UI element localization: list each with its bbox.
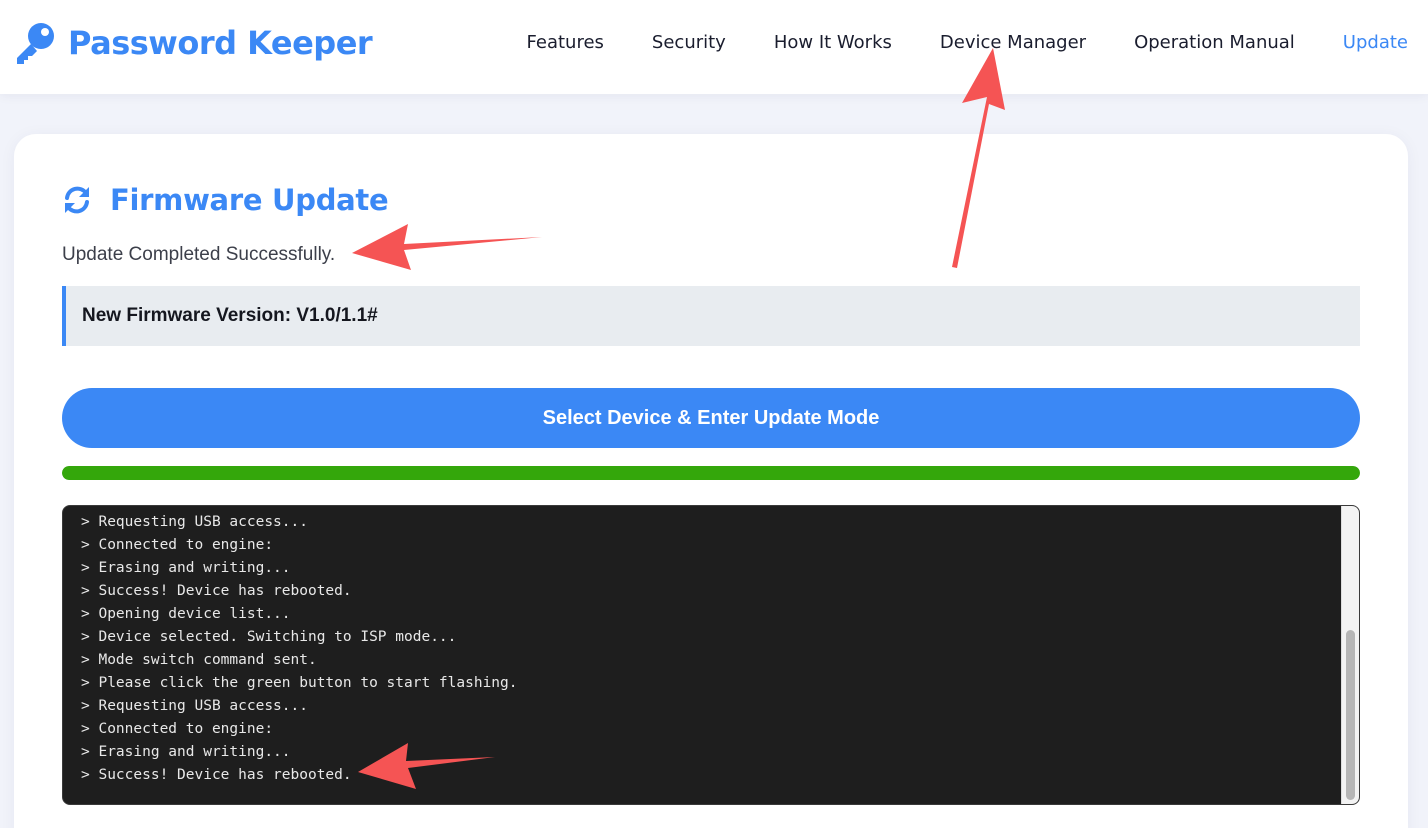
console-lines: > Requesting USB access... > Connected t… (81, 511, 1329, 787)
site-header: Password Keeper Features Security How It… (0, 0, 1428, 94)
console-line: > Erasing and writing... (81, 560, 291, 576)
console-line: > Requesting USB access... (81, 514, 308, 530)
progress-bar-fill (62, 466, 1360, 480)
console-scrollbar-thumb[interactable] (1346, 630, 1355, 800)
enter-update-mode-button[interactable]: Select Device & Enter Update Mode (62, 388, 1360, 448)
console-line: > Opening device list... (81, 606, 291, 622)
update-status-text: Update Completed Successfully. (62, 244, 336, 265)
console-line: > Mode switch command sent. (81, 652, 317, 668)
firmware-update-card: Firmware Update Update Completed Success… (14, 134, 1408, 828)
brand[interactable]: Password Keeper (12, 20, 373, 66)
nav-how-it-works[interactable]: How It Works (774, 32, 892, 53)
console-line: > Requesting USB access... (81, 698, 308, 714)
console-scrollbar[interactable] (1341, 506, 1359, 804)
brand-title: Password Keeper (68, 24, 373, 62)
key-icon (12, 20, 58, 66)
firmware-version-text: New Firmware Version: V1.0/1.1# (82, 305, 378, 326)
main-nav: Features Security How It Works Device Ma… (479, 0, 1408, 84)
console-line: > Success! Device has rebooted. (81, 583, 352, 599)
console-line: > Erasing and writing... (81, 744, 291, 760)
console-line: > Device selected. Switching to ISP mode… (81, 629, 457, 645)
progress-bar (62, 466, 1360, 480)
console-line: > Connected to engine: (81, 721, 274, 737)
nav-security[interactable]: Security (652, 32, 726, 53)
nav-features[interactable]: Features (527, 32, 604, 53)
console-line: > Success! Device has rebooted. (81, 767, 352, 783)
section-title: Firmware Update (62, 180, 389, 220)
nav-update[interactable]: Update (1343, 32, 1408, 53)
console-log[interactable]: > Requesting USB access... > Connected t… (62, 505, 1360, 805)
firmware-update-title: Firmware Update (110, 183, 389, 217)
nav-device-manager[interactable]: Device Manager (940, 32, 1086, 53)
refresh-icon (62, 185, 92, 215)
nav-operation-manual[interactable]: Operation Manual (1134, 32, 1295, 53)
firmware-version-box: New Firmware Version: V1.0/1.1# (62, 286, 1360, 346)
console-line: > Connected to engine: (81, 537, 274, 553)
console-line: > Please click the green button to start… (81, 675, 518, 691)
